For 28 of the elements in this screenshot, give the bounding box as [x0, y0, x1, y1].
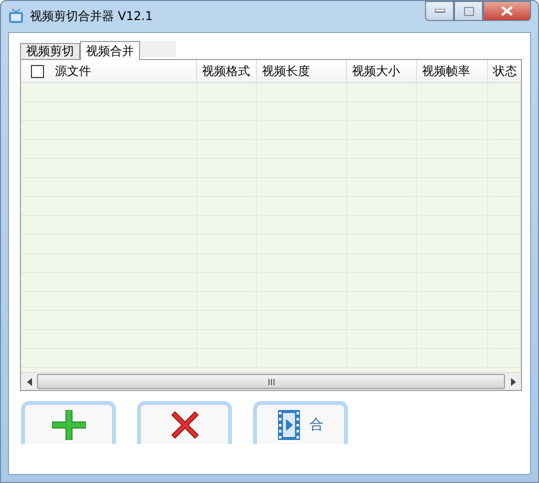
column-header[interactable]: 视频帧率 — [422, 62, 470, 80]
grip-icon — [268, 378, 274, 384]
window-title: 视频剪切合并器 V12.1 — [30, 8, 153, 25]
cross-icon — [170, 410, 198, 438]
column-header[interactable]: 视频大小 — [352, 62, 400, 80]
minimize-button[interactable] — [425, 1, 454, 21]
maximize-button[interactable] — [454, 1, 483, 21]
tab[interactable]: 视频剪切 — [20, 43, 80, 59]
scroll-left-icon[interactable] — [26, 378, 32, 386]
column-header[interactable]: 视频长度 — [262, 62, 310, 80]
tab-strip-background — [140, 41, 176, 57]
column-header[interactable]: 视频格式 — [202, 62, 250, 80]
close-button[interactable] — [483, 1, 531, 21]
tv-icon — [8, 9, 24, 24]
scrollbar-thumb[interactable] — [37, 374, 505, 389]
film-icon — [278, 410, 300, 440]
select-all-checkbox[interactable] — [31, 64, 44, 78]
column-header[interactable]: 状态 — [493, 62, 517, 80]
delete-button[interactable] — [137, 401, 232, 444]
merge-button[interactable]: 合 — [253, 401, 348, 444]
column-header[interactable]: 源文件 — [55, 62, 91, 80]
minimize-icon — [434, 9, 444, 13]
tab[interactable]: 视频合并 — [80, 41, 140, 60]
add-button[interactable] — [21, 401, 116, 444]
plus-icon — [52, 410, 86, 440]
scroll-right-icon[interactable] — [510, 378, 516, 386]
maximize-icon — [464, 6, 474, 16]
close-icon — [501, 6, 513, 16]
